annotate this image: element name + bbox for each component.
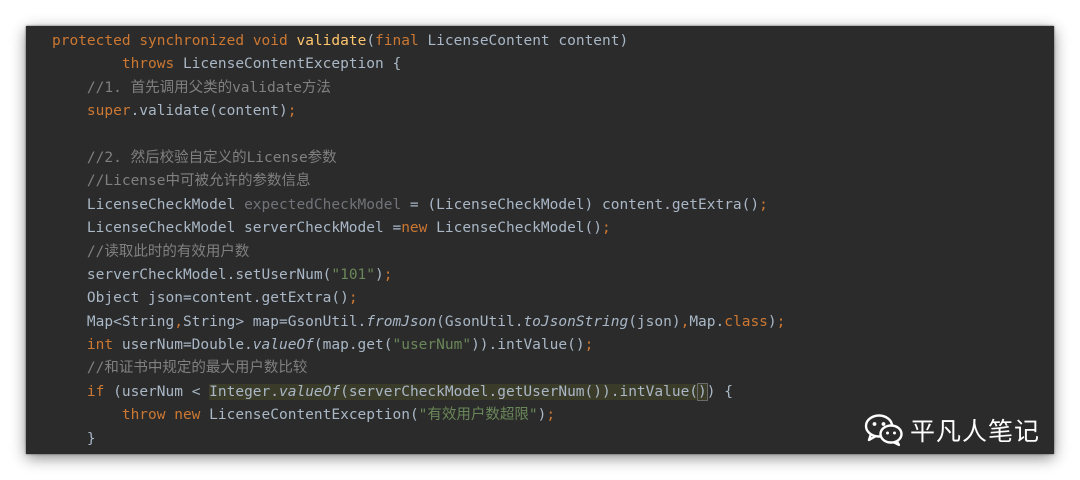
code-line: throw new LicenseContentException("有效用户数… <box>52 404 785 427</box>
code-token: Object json=content.getExtra() <box>52 290 349 307</box>
code-token: String> map=GsonUtil. <box>182 313 367 330</box>
code-token: //2. 然后校验自定义的License参数 <box>86 149 337 166</box>
code-token: //和证书中规定的最大用户数比较 <box>86 360 308 377</box>
code-token: //License中可被允许的参数信息 <box>86 173 311 190</box>
code-token: ( <box>366 33 376 49</box>
code-editor: protected synchronized void validate(fin… <box>26 26 1054 454</box>
code-token: "userNum" <box>392 337 472 354</box>
code-token: (userNum < <box>113 383 210 400</box>
code-line: int userNum=Double.valueOf(map.get("user… <box>52 334 785 357</box>
code-token: expectedCheckModel <box>244 196 402 213</box>
code-token: ; <box>759 196 768 213</box>
code-line: //License中可被允许的参数信息 <box>52 170 785 193</box>
code-line: } <box>52 428 785 451</box>
code-token: .validate(content) <box>130 103 288 120</box>
code-token: LicenseContentException { <box>182 56 402 73</box>
code-token: ) <box>697 382 708 401</box>
code-token: ; <box>776 313 786 330</box>
code-token: final <box>375 33 428 49</box>
code-token: (GsonUtil. <box>436 313 524 330</box>
code-token: ; <box>348 290 358 307</box>
code-line: Object json=content.getExtra(); <box>52 287 785 310</box>
code-token: (serverCheckModel.getUserNum()).intValue… <box>340 383 699 400</box>
code-token: fromJson <box>366 313 437 330</box>
code-token: //读取此时的有效用户数 <box>86 243 250 260</box>
code-token: LicenseCheckModel() <box>436 220 602 237</box>
code-line: //和证书中规定的最大用户数比较 <box>52 357 785 380</box>
code-token: LicenseContent content) <box>427 33 629 49</box>
code-token: ; <box>546 407 556 424</box>
code-token: Map. <box>689 313 725 330</box>
code-line: serverCheckModel.setUserNum("101"); <box>52 264 785 287</box>
code-token: if <box>86 383 114 400</box>
code-token: class <box>724 313 768 330</box>
code-line: //1. 首先调用父类的validate方法 <box>52 77 785 100</box>
code-line: //2. 然后校验自定义的License参数 <box>52 147 785 170</box>
code-line: throws LicenseContentException { <box>52 53 785 76</box>
code-token: synchronized <box>139 33 253 49</box>
code-line: LicenseCheckModel expectedCheckModel = (… <box>52 194 785 217</box>
code-block: protected synchronized void validate(fin… <box>52 30 785 451</box>
code-token: toJsonString <box>523 313 629 330</box>
code-token: ) <box>767 313 777 330</box>
code-token: (json) <box>628 313 681 330</box>
code-line: Map<String,String> map=GsonUtil.fromJson… <box>52 311 785 334</box>
code-token: = (LicenseCheckModel) content.getExtra() <box>401 196 760 213</box>
code-token: Map<String <box>52 313 175 330</box>
code-line: if (userNum < Integer.valueOf(serverChec… <box>52 381 785 404</box>
code-token: ; <box>584 337 594 354</box>
watermark-text: 平凡人笔记 <box>910 417 1041 446</box>
code-token: } <box>52 430 96 447</box>
code-token: Integer. <box>209 383 279 400</box>
code-line: //读取此时的有效用户数 <box>52 241 785 264</box>
wechat-icon <box>864 413 904 447</box>
code-token: (map.get( <box>313 337 393 354</box>
code-token: "101" <box>331 266 376 283</box>
code-token: throw new <box>121 407 210 424</box>
code-line: super.validate(content); <box>52 100 785 123</box>
code-token: LicenseCheckModel <box>52 196 245 213</box>
code-line: protected synchronized void validate(fin… <box>52 30 785 53</box>
code-token: ; <box>287 103 297 120</box>
code-token: void <box>252 33 297 49</box>
code-token: int <box>86 337 122 354</box>
code-token: new <box>401 220 437 237</box>
code-token: valueOf <box>279 383 341 400</box>
code-token: LicenseCheckModel serverCheckModel = <box>52 220 402 237</box>
code-token: LicenseContentException( <box>209 407 419 424</box>
watermark: 平凡人笔记 <box>864 412 1040 448</box>
code-token: serverCheckModel.setUserNum( <box>52 266 332 283</box>
code-line: LicenseCheckModel serverCheckModel =new … <box>52 217 785 240</box>
code-token: throws <box>121 56 183 73</box>
code-token: )).intValue() <box>471 337 585 354</box>
code-token: ; <box>383 266 393 283</box>
code-token: userNum=Double. <box>121 337 253 354</box>
code-token: super <box>86 103 131 120</box>
code-token: //1. 首先调用父类的validate方法 <box>86 79 331 96</box>
code-token: valueOf <box>252 337 314 354</box>
code-token: , <box>174 313 183 330</box>
code-token: ) <box>375 266 384 283</box>
code-token: ) { <box>706 383 733 400</box>
code-token: validate <box>296 33 367 49</box>
code-token: "有效用户数超限" <box>418 407 538 424</box>
code-token: protected <box>52 33 140 49</box>
code-token: ; <box>602 220 611 237</box>
